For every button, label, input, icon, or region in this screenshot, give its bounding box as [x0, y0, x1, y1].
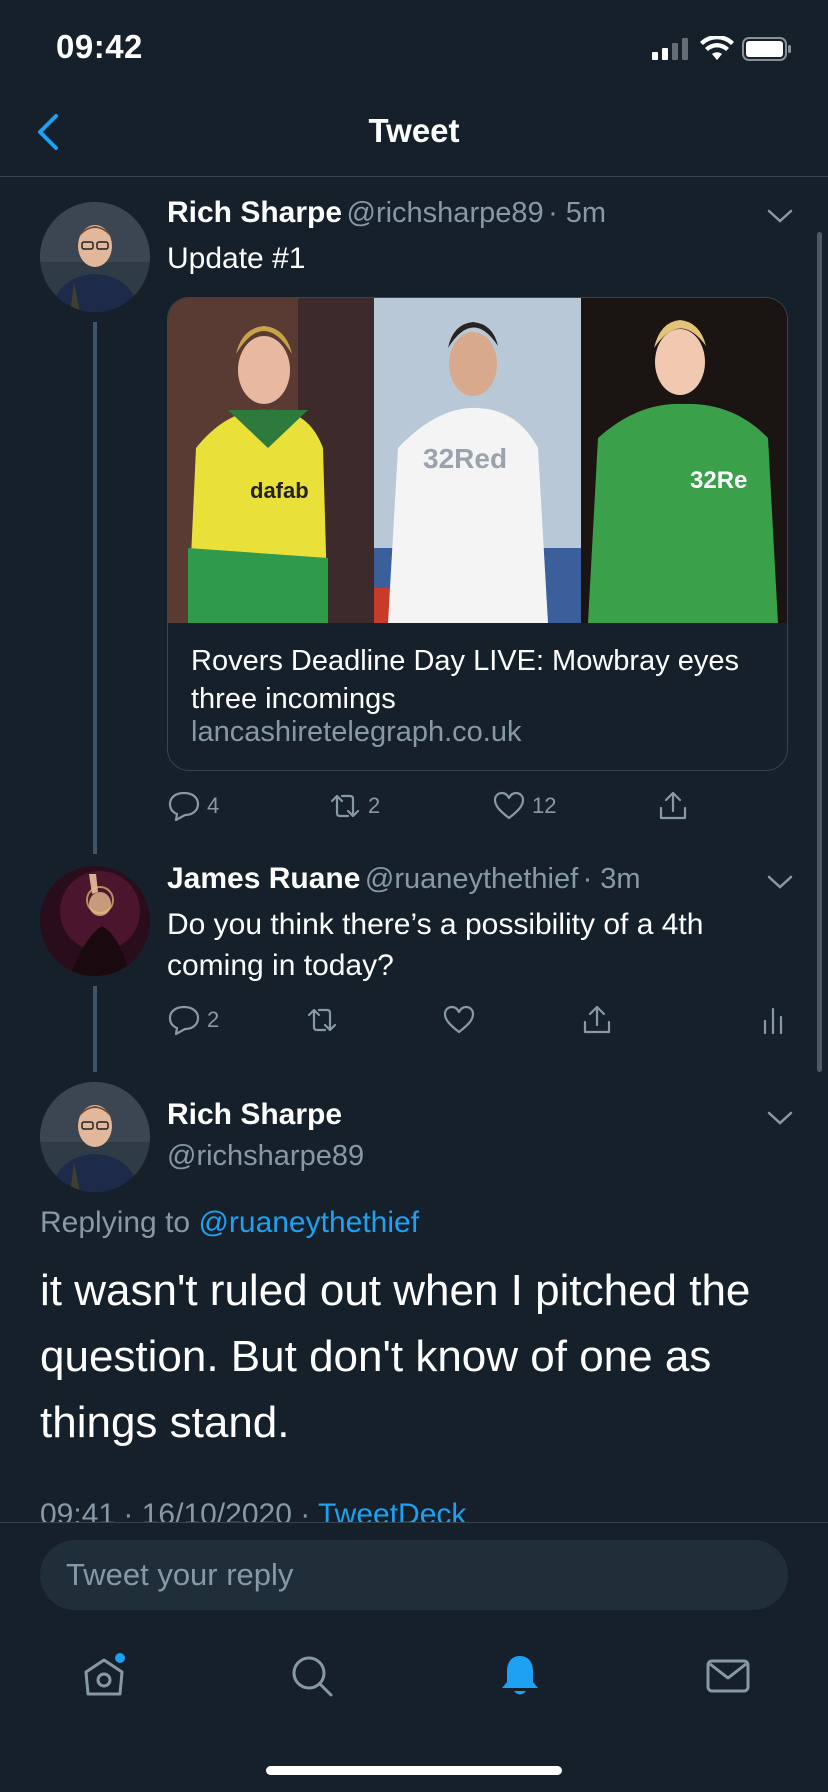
- analytics-button[interactable]: [756, 1000, 790, 1040]
- nav-divider: [0, 176, 828, 177]
- retweet-icon: [330, 794, 360, 818]
- avatar[interactable]: [40, 1082, 150, 1192]
- reply-icon: [168, 791, 200, 822]
- reply-button[interactable]: 2: [167, 1000, 219, 1040]
- avatar[interactable]: [40, 866, 150, 976]
- battery-icon: [742, 37, 791, 61]
- replying-to: Replying to @ruaneythethief: [40, 1206, 419, 1240]
- author-name[interactable]: James Ruane: [167, 862, 360, 895]
- svg-text:32Red: 32Red: [423, 443, 507, 474]
- search-icon: [292, 1656, 333, 1697]
- scrollbar[interactable]: [817, 232, 822, 1072]
- tab-messages[interactable]: [704, 1652, 752, 1700]
- tweet-text: Do you think there’s a possibility of a …: [167, 908, 704, 982]
- notifications-bell-icon: [502, 1656, 538, 1695]
- analytics-icon: [763, 1007, 783, 1035]
- chevron-down-icon[interactable]: [766, 1108, 794, 1128]
- thread-line: [93, 322, 97, 854]
- svg-text:32Re: 32Re: [690, 467, 747, 494]
- tab-search[interactable]: [288, 1652, 336, 1700]
- reply-button[interactable]: 4: [167, 786, 219, 826]
- like-button[interactable]: 12: [492, 786, 556, 826]
- card-image: dafab 32Red 32Re: [168, 298, 787, 623]
- tweet-header: Rich Sharpe @richsharpe89 · 5m: [167, 196, 606, 230]
- like-count: 12: [532, 793, 557, 818]
- chevron-down-icon[interactable]: [766, 206, 794, 226]
- tab-notifications[interactable]: [496, 1652, 544, 1700]
- home-icon: [84, 1653, 125, 1696]
- link-card[interactable]: dafab 32Red 32Re Rovers Deadline Day LIV…: [167, 297, 788, 771]
- like-button[interactable]: [442, 1000, 476, 1040]
- retweet-count: 2: [368, 793, 381, 818]
- retweet-button[interactable]: [305, 1000, 339, 1040]
- like-icon: [493, 791, 525, 820]
- composer-divider: [0, 1522, 828, 1523]
- author-handle[interactable]: @richsharpe89: [167, 1140, 364, 1173]
- home-indicator[interactable]: [266, 1766, 562, 1775]
- author-name[interactable]: Rich Sharpe: [167, 1098, 342, 1132]
- messages-icon: [706, 1659, 750, 1693]
- replying-to-mention[interactable]: @ruaneythethief: [198, 1206, 419, 1239]
- main-tweet-text: it wasn't ruled out when I pitched the q…: [40, 1266, 751, 1447]
- reply-count: 2: [207, 1007, 220, 1032]
- retweet-icon: [307, 1008, 337, 1032]
- svg-text:dafab: dafab: [250, 478, 309, 503]
- tweet-meta: 09:41 · 16/10/2020 · TweetDeck: [40, 1498, 466, 1522]
- author-handle[interactable]: @richsharpe89: [347, 197, 544, 229]
- tweet-source-link[interactable]: TweetDeck: [318, 1498, 466, 1522]
- tab-home[interactable]: [80, 1652, 128, 1700]
- tweet-header: James Ruane @ruaneythethief · 3m: [167, 862, 641, 896]
- tweet-time: · 3m: [582, 863, 641, 895]
- like-icon: [443, 1005, 475, 1034]
- replying-to-label: Replying to: [40, 1206, 191, 1239]
- card-title: Rovers Deadline Day LIVE: Mowbray eyes t…: [191, 645, 740, 715]
- tweet-timestamp: 09:41 · 16/10/2020 ·: [40, 1498, 318, 1522]
- cellular-signal-icon: [652, 38, 688, 60]
- tweet-text: Update #1: [167, 242, 306, 275]
- share-icon: [583, 1005, 611, 1034]
- share-icon: [659, 791, 687, 820]
- author-name[interactable]: Rich Sharpe: [167, 196, 342, 229]
- card-domain: lancashiretelegraph.co.uk: [191, 716, 522, 748]
- reply-icon: [168, 1005, 200, 1036]
- reply-count: 4: [207, 793, 220, 818]
- page-title: Tweet: [368, 112, 460, 149]
- tweet-time: · 5m: [548, 197, 607, 229]
- share-button[interactable]: [656, 786, 690, 826]
- author-handle[interactable]: @ruaneythethief: [365, 863, 578, 895]
- share-button[interactable]: [580, 1000, 614, 1040]
- reply-input[interactable]: [40, 1540, 788, 1610]
- thread-line: [93, 986, 97, 1072]
- chevron-down-icon[interactable]: [766, 872, 794, 892]
- retweet-button[interactable]: 2: [328, 786, 380, 826]
- avatar[interactable]: [40, 202, 150, 312]
- wifi-icon: [700, 36, 734, 60]
- status-time: 09:42: [56, 28, 143, 65]
